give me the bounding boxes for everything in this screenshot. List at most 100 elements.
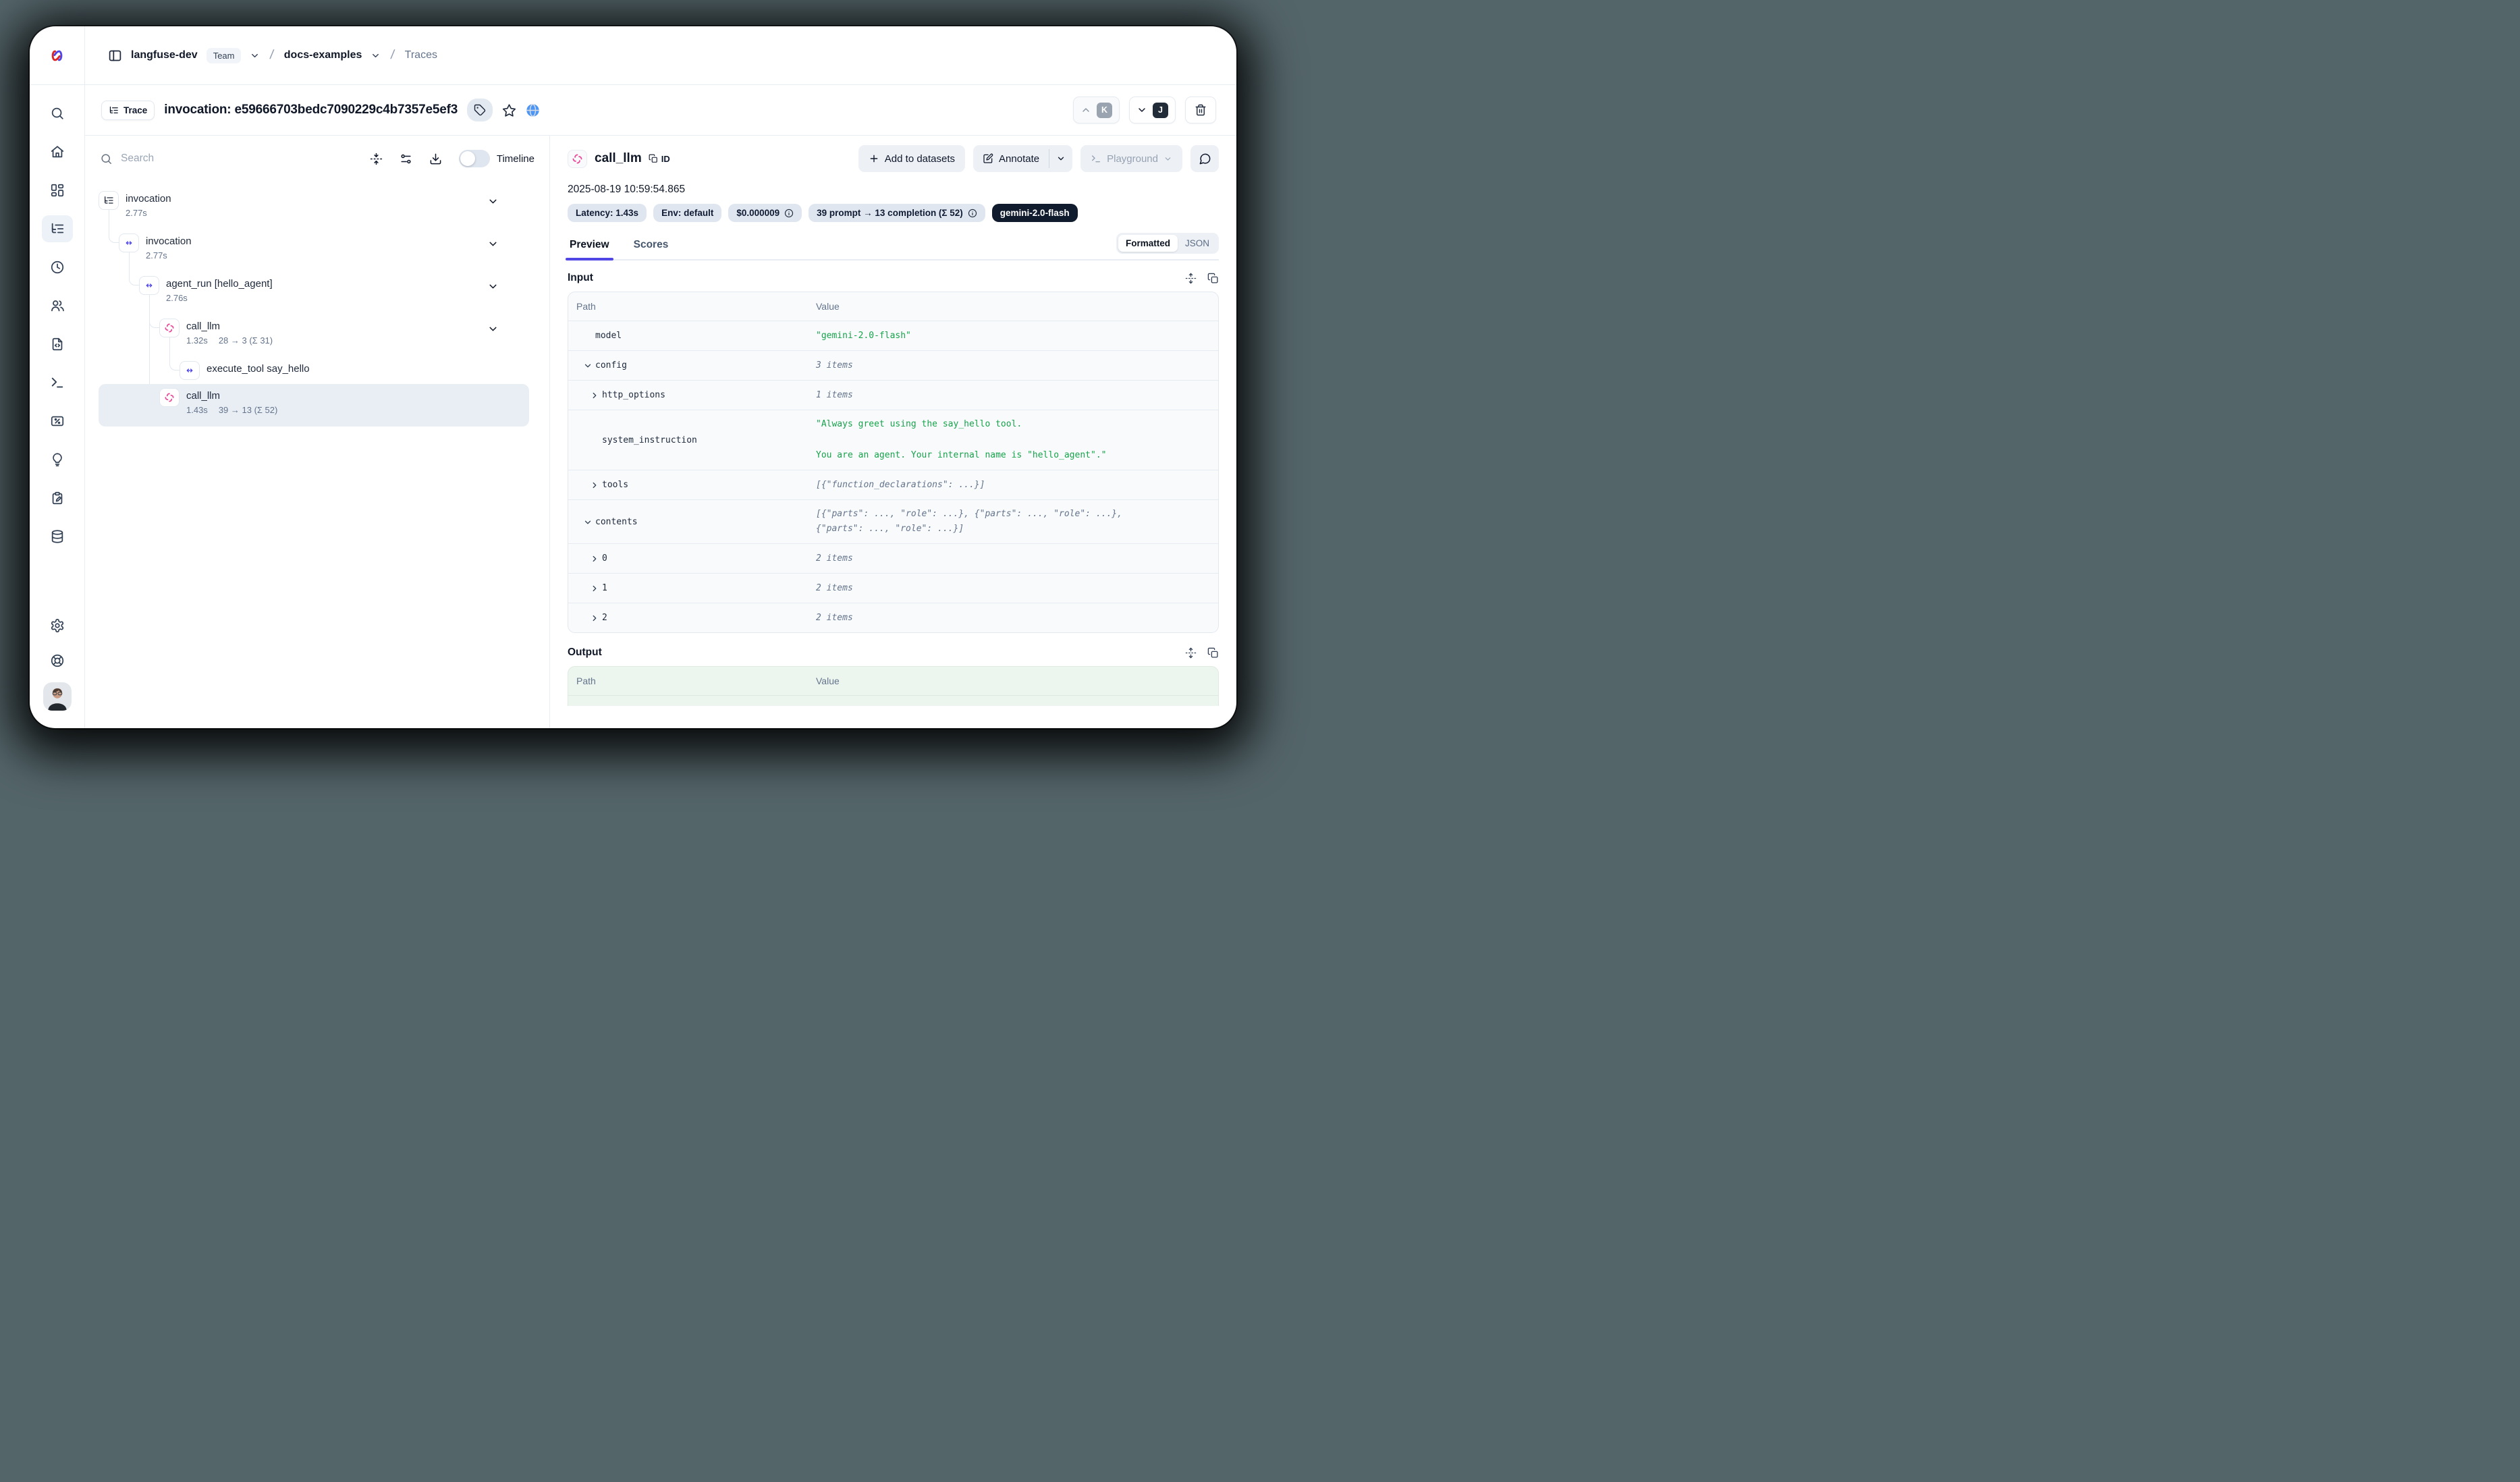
table-row[interactable]: contents [{"parts": ..., "role": ...}, {… bbox=[568, 499, 1218, 543]
tree-row-text: agent_run [hello_agent] 2.76s bbox=[166, 276, 273, 303]
table-row[interactable]: http_options 1 items bbox=[568, 380, 1218, 410]
sidebar-item-avatar[interactable] bbox=[43, 682, 72, 711]
table-row[interactable]: model "gemini-2.0-flash" bbox=[568, 321, 1218, 350]
chevron-down-icon[interactable] bbox=[371, 51, 381, 61]
chevron-down-icon[interactable] bbox=[250, 51, 260, 61]
sidebar-item-annotation[interactable] bbox=[42, 485, 73, 512]
value-cell: 2 items bbox=[816, 582, 1210, 595]
search-input[interactable] bbox=[121, 153, 202, 165]
expand-chevron-icon[interactable] bbox=[590, 584, 599, 593]
tree-row[interactable]: agent_run [hello_agent] 2.76s bbox=[99, 272, 536, 314]
breadcrumb-project[interactable]: langfuse-dev bbox=[131, 49, 198, 61]
tags-button[interactable] bbox=[467, 99, 493, 121]
sidebar-item-search[interactable] bbox=[42, 100, 73, 127]
generation-icon bbox=[572, 153, 583, 165]
chevron-down-icon[interactable] bbox=[487, 323, 499, 335]
tab-preview[interactable]: Preview bbox=[568, 239, 611, 259]
sidebar-item-sessions[interactable] bbox=[42, 254, 73, 281]
table-row[interactable]: 2 2 items bbox=[568, 603, 1218, 632]
table-row[interactable]: system_instruction "Always greet using t… bbox=[568, 410, 1218, 470]
expand-chevron-icon[interactable] bbox=[590, 613, 599, 623]
observation-detail-panel: call_llm ID Add to datasets bbox=[550, 136, 1236, 728]
status-badge: gemini-2.0-flash bbox=[992, 204, 1078, 222]
tree-settings-button[interactable] bbox=[400, 153, 412, 165]
chevron-down-icon[interactable] bbox=[487, 238, 499, 250]
expand-output-button[interactable] bbox=[1185, 647, 1197, 659]
delete-trace-button[interactable] bbox=[1185, 97, 1216, 124]
sidebar-item-users[interactable] bbox=[42, 292, 73, 319]
breadcrumb-section[interactable]: docs-examples bbox=[284, 49, 362, 61]
next-trace-button[interactable]: J bbox=[1129, 97, 1176, 124]
id-label: ID bbox=[661, 154, 670, 164]
expand-input-button[interactable] bbox=[1185, 273, 1197, 284]
format-option-json[interactable]: JSON bbox=[1178, 235, 1217, 252]
sessions-icon bbox=[50, 260, 65, 275]
path-cell: tools bbox=[576, 480, 816, 490]
tree-row[interactable]: call_llm 1.43s 39 → 13 (Σ 52) bbox=[99, 384, 529, 427]
annotate-dropdown-button[interactable] bbox=[1049, 145, 1072, 172]
info-icon[interactable] bbox=[968, 209, 977, 218]
generation-type-chip bbox=[568, 150, 587, 168]
expand-chevron-icon[interactable] bbox=[590, 554, 599, 564]
sidebar-toggle-button[interactable] bbox=[108, 49, 122, 63]
table-row[interactable]: 0 2 items bbox=[568, 543, 1218, 573]
comments-button[interactable] bbox=[1190, 145, 1219, 172]
sidebar-item-prompts[interactable] bbox=[42, 331, 73, 358]
add-to-datasets-button[interactable]: Add to datasets bbox=[858, 145, 965, 172]
playground-button[interactable]: Playground bbox=[1080, 145, 1182, 172]
sidebar-item-settings[interactable] bbox=[42, 612, 73, 639]
expand-chevron-icon[interactable] bbox=[590, 481, 599, 490]
tree-row[interactable]: execute_tool say_hello bbox=[99, 357, 536, 384]
trace-tree: invocation 2.77s invocation 2.77s agent_… bbox=[85, 187, 549, 427]
search-icon bbox=[100, 153, 113, 165]
copy-input-button[interactable] bbox=[1207, 273, 1219, 284]
table-row[interactable]: content 2 items bbox=[568, 695, 1218, 706]
expand-chevron-icon[interactable] bbox=[583, 361, 593, 370]
sidebar-item-tracing[interactable] bbox=[42, 215, 73, 242]
table-row[interactable]: config 3 items bbox=[568, 350, 1218, 380]
tree-row-text: invocation 2.77s bbox=[126, 191, 171, 218]
sidebar-item-evaluation[interactable] bbox=[42, 446, 73, 473]
annotate-button-group: Annotate bbox=[973, 145, 1072, 172]
path-cell: 1 bbox=[576, 583, 816, 593]
table-row[interactable]: tools [{"function_declarations": ...}] bbox=[568, 470, 1218, 499]
path-key: tools bbox=[602, 480, 628, 490]
chevron-down-icon[interactable] bbox=[487, 281, 499, 292]
detail-scroll-area[interactable]: call_llm ID Add to datasets bbox=[550, 136, 1236, 706]
copy-id-button[interactable]: ID bbox=[649, 154, 670, 164]
sidebar-item-playground[interactable] bbox=[42, 369, 73, 396]
tree-row[interactable]: call_llm 1.32s 28 → 3 (Σ 31) bbox=[99, 314, 536, 357]
sidebar-item-scores[interactable] bbox=[42, 408, 73, 435]
chevron-down-icon[interactable] bbox=[487, 196, 499, 207]
value-line: 1 items bbox=[816, 389, 1210, 402]
tree-row[interactable]: invocation 2.77s bbox=[99, 187, 536, 229]
format-option-formatted[interactable]: Formatted bbox=[1118, 235, 1178, 252]
sidebar-item-home[interactable] bbox=[42, 138, 73, 165]
value-cell: 2 items bbox=[816, 612, 1210, 624]
collapse-all-button[interactable] bbox=[370, 153, 383, 165]
expand-chevron-icon[interactable] bbox=[583, 518, 593, 527]
tree-row[interactable]: invocation 2.77s bbox=[99, 229, 536, 272]
avatar-icon bbox=[43, 682, 72, 711]
observation-type-chip bbox=[139, 276, 159, 295]
path-key: 1 bbox=[602, 583, 607, 593]
bookmark-button[interactable] bbox=[502, 103, 516, 117]
sidebar-item-dashboard[interactable] bbox=[42, 177, 73, 204]
annotate-button[interactable]: Annotate bbox=[973, 145, 1049, 172]
add-to-datasets-label: Add to datasets bbox=[885, 153, 955, 165]
input-table: Path Value model "gemini-2.0-flash" conf… bbox=[568, 292, 1219, 633]
table-row[interactable]: 1 2 items bbox=[568, 573, 1218, 603]
sidebar-item-support[interactable] bbox=[42, 647, 73, 674]
copy-output-button[interactable] bbox=[1207, 647, 1219, 659]
prev-trace-button[interactable]: K bbox=[1073, 97, 1120, 124]
expand-chevron-icon[interactable] bbox=[590, 391, 599, 400]
info-icon[interactable] bbox=[784, 209, 794, 218]
value-line: 2 items bbox=[816, 553, 1210, 565]
timeline-toggle[interactable] bbox=[459, 150, 490, 167]
output-table-header: Path Value bbox=[568, 667, 1218, 695]
sidebar-item-datasets[interactable] bbox=[42, 523, 73, 550]
public-link-button[interactable] bbox=[526, 103, 540, 117]
detail-tabs: Preview Scores FormattedJSON bbox=[568, 232, 1219, 260]
tab-scores[interactable]: Scores bbox=[632, 239, 671, 259]
download-button[interactable] bbox=[429, 153, 442, 165]
